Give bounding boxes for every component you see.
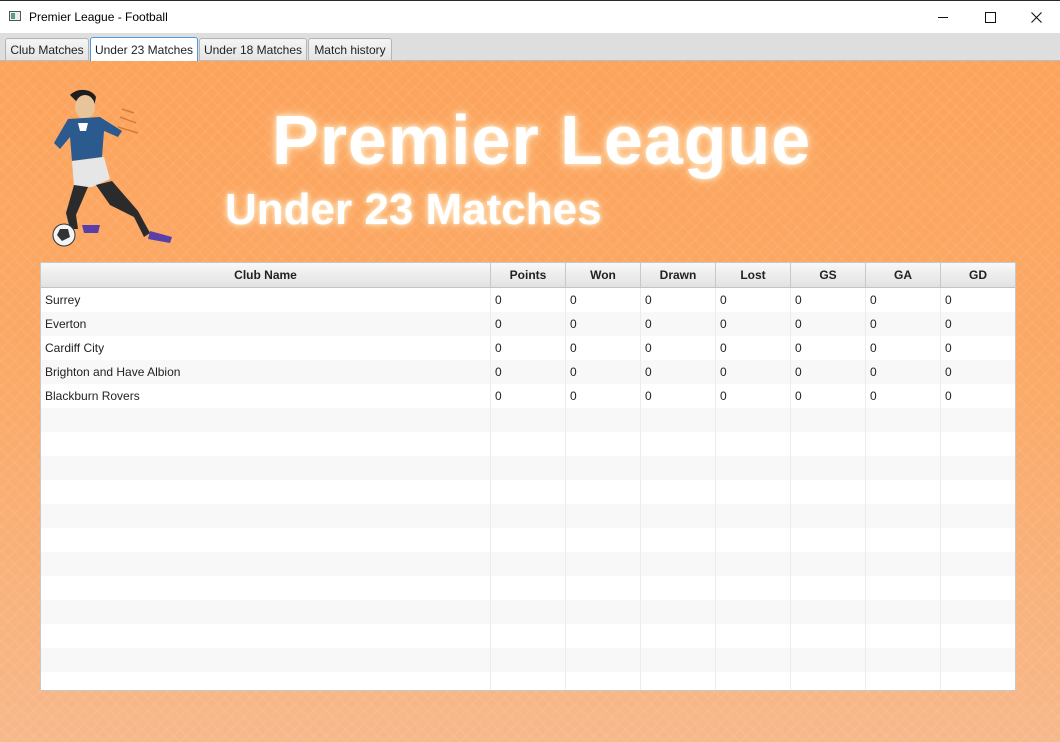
cell-ga: 0 <box>866 360 941 384</box>
cell-drawn: 0 <box>641 360 716 384</box>
cell-gs: 0 <box>791 312 866 336</box>
cell-won: 0 <box>566 336 641 360</box>
cell-points: 0 <box>491 312 566 336</box>
tab-bar: Club Matches Under 23 Matches Under 18 M… <box>0 33 1060 61</box>
cell-ga: 0 <box>866 336 941 360</box>
page-subtitle: Under 23 Matches <box>225 185 602 234</box>
cell-drawn: 0 <box>641 336 716 360</box>
empty-table-row <box>41 648 1015 672</box>
cell-lost: 0 <box>716 336 791 360</box>
cell-gd: 0 <box>945 293 952 307</box>
table-row[interactable]: Blackburn Rovers 0 0 0 0 0 0 0 <box>41 384 1015 408</box>
cell-lost: 0 <box>716 360 791 384</box>
cell-points: 0 <box>491 288 566 312</box>
column-header-points[interactable]: Points <box>491 263 566 287</box>
cell-lost: 0 <box>716 384 791 408</box>
empty-table-row <box>41 456 1015 480</box>
empty-table-row <box>41 432 1015 456</box>
tab-under-23-matches[interactable]: Under 23 Matches <box>90 37 198 61</box>
window-title: Premier League - Football <box>29 10 168 24</box>
cell-won: 0 <box>566 312 641 336</box>
standings-table[interactable]: Club Name Points Won Drawn Lost GS GA GD… <box>40 262 1016 691</box>
cell-points: 0 <box>491 384 566 408</box>
column-header-ga[interactable]: GA <box>866 263 941 287</box>
cell-club-name: Surrey <box>41 288 491 312</box>
cell-lost: 0 <box>716 312 791 336</box>
empty-table-row <box>41 552 1015 576</box>
app-icon <box>9 11 21 21</box>
cell-club-name: Blackburn Rovers <box>41 384 491 408</box>
cell-gs: 0 <box>791 336 866 360</box>
table-row[interactable]: Brighton and Have Albion 0 0 0 0 0 0 0 <box>41 360 1015 384</box>
cell-won: 0 <box>566 384 641 408</box>
table-header: Club Name Points Won Drawn Lost GS GA GD <box>41 263 1015 288</box>
empty-table-row <box>41 600 1015 624</box>
tab-club-matches[interactable]: Club Matches <box>5 38 89 60</box>
football-player-image <box>52 89 172 247</box>
cell-points: 0 <box>491 336 566 360</box>
column-header-drawn[interactable]: Drawn <box>641 263 716 287</box>
close-button[interactable] <box>1013 1 1059 33</box>
page-title: Premier League <box>272 101 812 179</box>
title-bar: Premier League - Football <box>0 0 1060 33</box>
empty-table-row <box>41 672 1015 690</box>
cell-gd: 0 <box>945 341 952 355</box>
minimize-button[interactable] <box>920 1 966 33</box>
cell-ga: 0 <box>866 384 941 408</box>
cell-club-name: Brighton and Have Albion <box>41 360 491 384</box>
tab-under-18-matches[interactable]: Under 18 Matches <box>199 38 307 60</box>
column-header-won[interactable]: Won <box>566 263 641 287</box>
cell-gs: 0 <box>791 384 866 408</box>
cell-drawn: 0 <box>641 384 716 408</box>
maximize-icon <box>984 11 996 23</box>
main-panel: Premier League Under 23 Matches Club Nam… <box>0 61 1060 742</box>
empty-table-row <box>41 408 1015 432</box>
empty-table-row <box>41 480 1015 504</box>
cell-gd: 0 <box>945 389 952 403</box>
maximize-button[interactable] <box>967 1 1013 33</box>
cell-gs: 0 <box>791 360 866 384</box>
cell-gd: 0 <box>945 317 952 331</box>
cell-club-name: Cardiff City <box>41 336 491 360</box>
empty-table-row <box>41 504 1015 528</box>
column-header-lost[interactable]: Lost <box>716 263 791 287</box>
cell-lost: 0 <box>716 288 791 312</box>
table-row[interactable]: Cardiff City 0 0 0 0 0 0 0 <box>41 336 1015 360</box>
cell-points: 0 <box>491 360 566 384</box>
column-header-gd[interactable]: GD <box>941 263 1015 287</box>
empty-table-row <box>41 528 1015 552</box>
cell-drawn: 0 <box>641 312 716 336</box>
column-header-club-name[interactable]: Club Name <box>41 263 491 287</box>
cell-gd: 0 <box>945 365 952 379</box>
cell-won: 0 <box>566 360 641 384</box>
table-body: Surrey 0 0 0 0 0 0 0 Everton 0 0 0 0 0 0… <box>41 288 1015 690</box>
empty-table-row <box>41 624 1015 648</box>
cell-gs: 0 <box>791 288 866 312</box>
cell-ga: 0 <box>866 312 941 336</box>
table-row[interactable]: Everton 0 0 0 0 0 0 0 <box>41 312 1015 336</box>
tab-match-history[interactable]: Match history <box>308 38 392 60</box>
table-row[interactable]: Surrey 0 0 0 0 0 0 0 <box>41 288 1015 312</box>
cell-drawn: 0 <box>641 288 716 312</box>
close-icon <box>1030 11 1042 23</box>
empty-table-row <box>41 576 1015 600</box>
column-header-gs[interactable]: GS <box>791 263 866 287</box>
cell-won: 0 <box>566 288 641 312</box>
cell-ga: 0 <box>866 288 941 312</box>
cell-club-name: Everton <box>41 312 491 336</box>
minimize-icon <box>938 16 948 18</box>
